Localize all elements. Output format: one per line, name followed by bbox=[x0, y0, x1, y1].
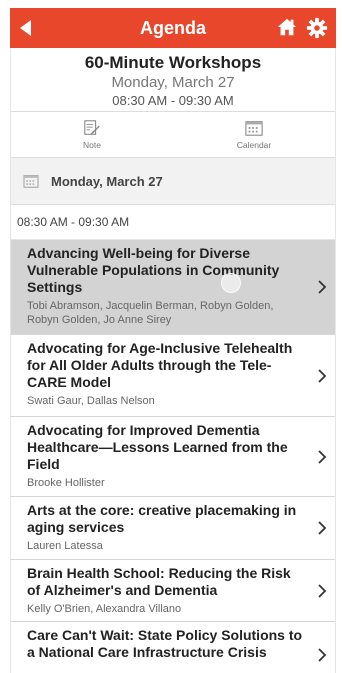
day-header: Monday, March 27 bbox=[11, 158, 335, 205]
chevron-right-icon bbox=[318, 647, 327, 662]
chevron-right-icon bbox=[318, 449, 327, 464]
home-icon[interactable] bbox=[276, 16, 298, 38]
item-title: Brain Health School: Reducing the Risk o… bbox=[27, 565, 291, 598]
note-label: Note bbox=[83, 140, 101, 150]
back-arrow-icon bbox=[19, 20, 31, 36]
chevron-right-icon bbox=[318, 280, 327, 294]
item-title: Advocating for Age-Inclusive Telehealth … bbox=[27, 340, 293, 390]
session-time: 08:30 AM - 09:30 AM bbox=[112, 93, 234, 108]
calendar-label: Calendar bbox=[236, 140, 272, 150]
list-item[interactable]: Brain Health School: Reducing the Risk o… bbox=[11, 560, 335, 622]
status-bar bbox=[0, 0, 342, 8]
item-title: Care Can't Wait: State Policy Solutions … bbox=[27, 627, 303, 660]
chevron-right-icon bbox=[318, 521, 327, 535]
item-authors: Swati Gaur, Dallas Nelson bbox=[27, 395, 155, 407]
note-button[interactable]: Note bbox=[11, 112, 173, 157]
chevron-right-icon bbox=[318, 368, 327, 383]
session-date: Monday, March 27 bbox=[111, 74, 235, 91]
note-icon bbox=[84, 120, 100, 135]
calendar-button[interactable]: Calendar bbox=[173, 112, 335, 157]
item-title: Advocating for Improved Dementia Healthc… bbox=[27, 422, 288, 472]
gear-icon[interactable] bbox=[306, 17, 328, 39]
item-authors: Lauren Latessa bbox=[27, 540, 103, 552]
back-button[interactable] bbox=[10, 8, 40, 48]
item-authors: Brooke Hollister bbox=[27, 477, 105, 489]
list-item[interactable]: Care Can't Wait: State Policy Solutions … bbox=[11, 622, 335, 673]
session-header: 60-Minute Workshops Monday, March 27 08:… bbox=[11, 48, 335, 111]
timeslot-header: 08:30 AM - 09:30 AM bbox=[11, 205, 335, 240]
agenda-content: 60-Minute Workshops Monday, March 27 08:… bbox=[10, 48, 336, 673]
touch-indicator bbox=[221, 273, 241, 293]
calendar-icon bbox=[23, 175, 39, 188]
calendar-icon bbox=[245, 121, 263, 136]
app-header: Agenda bbox=[10, 8, 336, 48]
item-authors: Tobi Abramson, Jacquelin Berman, Robyn G… bbox=[27, 300, 274, 326]
list-item[interactable]: Advancing Well-being for Diverse Vulnera… bbox=[11, 240, 335, 335]
list-item[interactable]: Arts at the core: creative placemaking i… bbox=[11, 497, 335, 560]
day-label: Monday, March 27 bbox=[51, 173, 163, 189]
session-title: 60-Minute Workshops bbox=[84, 53, 262, 72]
item-title: Advancing Well-being for Diverse Vulnera… bbox=[27, 245, 280, 295]
action-bar: Note Calendar bbox=[11, 111, 335, 158]
list-item[interactable]: Advocating for Improved Dementia Healthc… bbox=[11, 417, 335, 497]
list-item[interactable]: Advocating for Age-Inclusive Telehealth … bbox=[11, 335, 335, 417]
item-title: Arts at the core: creative placemaking i… bbox=[27, 502, 297, 535]
chevron-right-icon bbox=[318, 583, 327, 598]
item-authors: Kelly O'Brien, Alexandra Villano bbox=[27, 603, 182, 615]
